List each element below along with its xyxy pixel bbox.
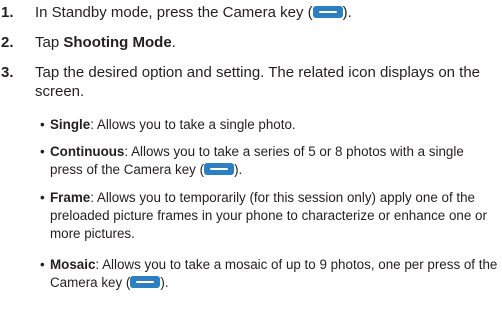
option-text: Frame: Allows you to temporarily (for th…	[50, 190, 487, 241]
bullet-dot: •	[40, 144, 45, 159]
camera-key-icon	[312, 6, 343, 18]
camera-key-icon	[130, 276, 161, 288]
option-term: Single	[50, 117, 91, 132]
step-text: Tap Shooting Mode.	[35, 34, 176, 51]
step-number: 3.	[1, 64, 14, 81]
camera-key-icon	[204, 163, 235, 175]
option-term: Continuous	[50, 144, 125, 159]
bullet-dot: •	[40, 257, 45, 272]
option-term: Frame	[50, 190, 91, 205]
option-text: Mosaic: Allows you to take a mosaic of u…	[50, 257, 498, 290]
shooting-mode-label: Shooting Mode	[63, 34, 172, 51]
step-number: 1.	[1, 4, 14, 21]
option-term: Mosaic	[50, 257, 96, 272]
step-text: Tap the desired option and setting. The …	[35, 64, 481, 100]
option-text: Single: Allows you to take a single phot…	[50, 117, 296, 132]
bullet-dot: •	[40, 117, 45, 132]
instruction-document: 1. In Standby mode, press the Camera key…	[0, 0, 502, 316]
step-number: 2.	[1, 34, 14, 51]
step-text: In Standby mode, press the Camera key ()…	[35, 4, 352, 21]
option-text: Continuous: Allows you to take a series …	[50, 144, 464, 177]
bullet-dot: •	[40, 190, 45, 205]
